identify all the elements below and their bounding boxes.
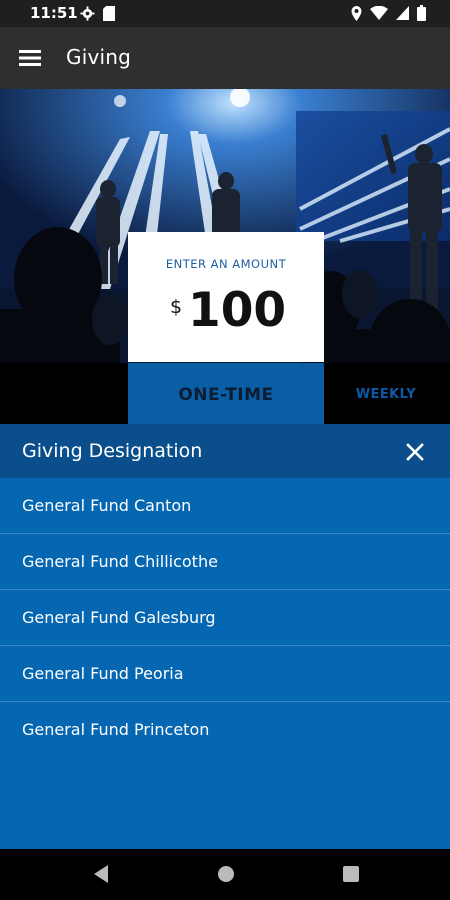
status-time: 11:51 <box>30 4 78 22</box>
navigation-bar <box>0 849 450 900</box>
amount-card[interactable]: ENTER AN AMOUNT $ 100 <box>128 232 324 362</box>
sheet-header: Giving Designation <box>0 424 450 478</box>
close-icon[interactable] <box>402 439 428 465</box>
tab-one-time[interactable]: ONE-TIME <box>128 363 324 424</box>
sd-card-icon <box>103 6 115 21</box>
back-icon[interactable] <box>90 863 110 889</box>
gear-icon <box>80 6 95 21</box>
designation-item-canton[interactable]: General Fund Canton <box>0 478 450 534</box>
recents-icon[interactable] <box>341 863 361 889</box>
amount-label: ENTER AN AMOUNT <box>165 257 287 271</box>
status-bar: 11:51 <box>0 0 450 27</box>
designation-item-chillicothe[interactable]: General Fund Chillicothe <box>0 534 450 590</box>
designation-item-princeton[interactable]: General Fund Princeton <box>0 702 450 758</box>
home-icon[interactable] <box>216 863 236 889</box>
battery-icon <box>417 5 426 21</box>
currency-symbol: $ <box>170 296 183 318</box>
frequency-tabs: ONE-TIME WEEKLY <box>0 363 450 424</box>
amount-value[interactable]: 100 <box>188 283 286 338</box>
designation-sheet: Giving Designation General Fund Canton G… <box>0 424 450 849</box>
page-title: Giving <box>66 45 132 69</box>
app-bar: Giving <box>0 27 450 89</box>
sheet-title: Giving Designation <box>22 440 203 462</box>
designation-item-peoria[interactable]: General Fund Peoria <box>0 646 450 702</box>
wifi-icon <box>370 6 388 20</box>
designation-list: General Fund Canton General Fund Chillic… <box>0 478 450 758</box>
designation-item-galesburg[interactable]: General Fund Galesburg <box>0 590 450 646</box>
tab-weekly[interactable]: WEEKLY <box>330 363 442 424</box>
hamburger-menu-icon[interactable] <box>16 45 46 71</box>
location-icon <box>351 5 362 21</box>
signal-icon <box>396 6 409 20</box>
